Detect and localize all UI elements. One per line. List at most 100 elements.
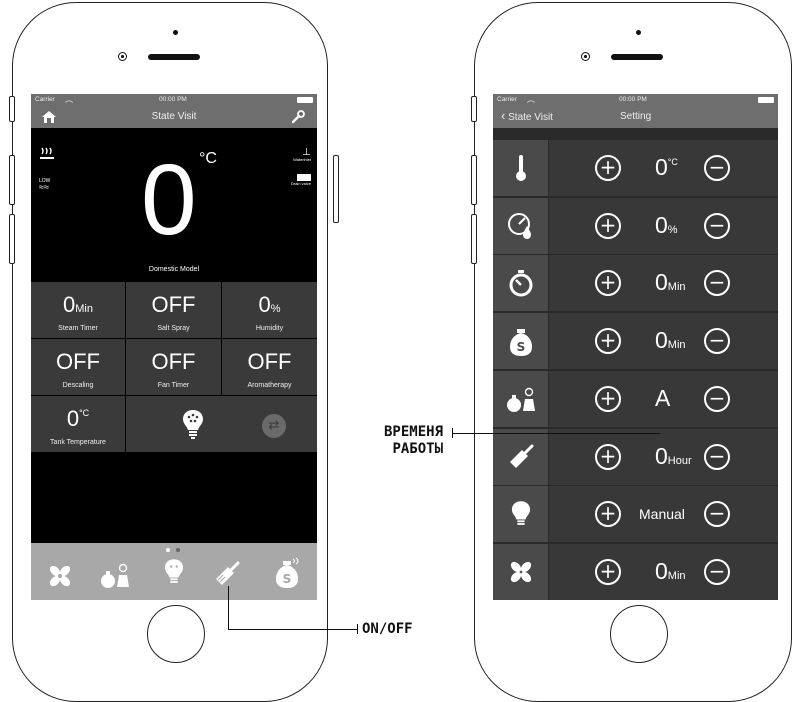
- drain-valve-indicator: Drain valve: [291, 174, 311, 186]
- lamp-icon[interactable]: [182, 408, 204, 440]
- volume-up-button: [9, 155, 15, 205]
- setting-row: +0% −: [493, 197, 778, 254]
- setting-value-number: 0: [655, 269, 668, 296]
- salt-spray-cell[interactable]: OFF Salt Spray: [126, 282, 221, 338]
- plus-button[interactable]: +: [595, 385, 621, 412]
- brush-icon[interactable]: [213, 561, 241, 587]
- setting-icon-cell: [493, 255, 548, 312]
- earpiece-speaker: [611, 54, 663, 60]
- front-camera: [581, 52, 590, 61]
- plus-button[interactable]: +: [595, 270, 621, 297]
- setting-value-number: 0: [655, 211, 668, 238]
- minus-button[interactable]: −: [704, 155, 730, 181]
- lamp-icon[interactable]: [164, 556, 184, 588]
- tank-temperature-value: 0: [66, 406, 80, 431]
- plus-button[interactable]: +: [595, 155, 621, 181]
- page-dot: [176, 548, 180, 552]
- descaling-label: Descaling: [62, 382, 94, 389]
- setting-row: +0Min −: [493, 255, 778, 312]
- mute-switch: [471, 96, 477, 122]
- salt-spray-label: Salt Spray: [157, 325, 190, 332]
- clock: 00:00 PM: [159, 96, 187, 103]
- setting-control: +0Hour −: [549, 428, 778, 485]
- plus-button[interactable]: +: [595, 443, 621, 470]
- nav-bar: State Visit: [31, 106, 317, 128]
- aromatherapy-label: Aromatherapy: [247, 382, 292, 389]
- setting-value: 0Min: [655, 269, 686, 296]
- aroma-bottles-icon: [505, 385, 537, 413]
- home-button[interactable]: [610, 605, 668, 663]
- on-off-pointer-horizontal: [228, 629, 358, 630]
- proximity-sensor: [636, 30, 641, 35]
- setting-row: +0°C −: [493, 140, 778, 196]
- setting-control: +0°C −: [549, 140, 778, 196]
- lamp-toggle-button[interactable]: ⇄: [262, 414, 286, 438]
- work-time-pointer-tick: [452, 428, 453, 438]
- fan-icon: [508, 559, 534, 585]
- steam-timer-label: Steam Timer: [58, 325, 98, 332]
- steam-timer-unit: Min: [75, 303, 93, 315]
- faucet-icon: ⊥: [302, 147, 311, 158]
- aromatherapy-cell[interactable]: OFF Aromatherapy: [222, 339, 317, 395]
- humidity-cell[interactable]: 0% Humidity: [222, 282, 317, 338]
- setting-control: + A −: [549, 370, 778, 427]
- setting-control: + Manual −: [549, 486, 778, 543]
- descaling-cell[interactable]: OFF Descaling: [31, 339, 125, 395]
- clock: 00:00 PM: [619, 96, 647, 103]
- setting-icon-cell: [493, 486, 548, 543]
- setting-value-number: 0: [655, 557, 668, 584]
- setting-control: +0Min −: [549, 313, 778, 370]
- svg-text:S: S: [516, 340, 525, 354]
- power-button: [333, 155, 339, 223]
- aroma-bottles-icon[interactable]: [99, 561, 131, 589]
- setting-value: 0%: [655, 212, 678, 239]
- chevron-left-icon: ‹: [501, 108, 506, 123]
- plus-button[interactable]: +: [595, 212, 621, 239]
- salt-bag-icon[interactable]: S: [274, 557, 300, 589]
- fan-timer-label: Fan Timer: [157, 382, 190, 389]
- steam-timer-cell[interactable]: 0Min Steam Timer: [31, 282, 125, 338]
- minus-button[interactable]: −: [704, 558, 730, 585]
- setting-value-number: 0: [655, 154, 668, 180]
- minus-button[interactable]: −: [704, 501, 730, 528]
- tank-temperature-cell[interactable]: 0°C Tank Temperature: [31, 396, 125, 452]
- nav-bar: ‹ State Visit Setting: [493, 106, 778, 128]
- minus-button[interactable]: −: [704, 328, 730, 355]
- work-time-line1: ВРЕМЕНЯ: [384, 424, 444, 440]
- heater-icon: [40, 147, 54, 159]
- wrench-icon[interactable]: [291, 110, 305, 124]
- volume-up-button: [471, 155, 477, 205]
- wifi-icon: ︵: [65, 95, 73, 104]
- battery-icon: [758, 97, 774, 103]
- work-time-line2: РАБОТЫ: [392, 441, 444, 457]
- setting-value-unit: °C: [667, 157, 678, 167]
- lamp-control-cell: ⇄: [126, 396, 317, 452]
- water-inlet-label: Waterinlet: [293, 157, 311, 162]
- setting-value: 0Min: [655, 327, 686, 354]
- setting-value-unit: Min: [667, 339, 686, 352]
- svg-text:S: S: [283, 572, 292, 586]
- salt-bag-icon: S: [508, 325, 534, 357]
- fan-timer-cell[interactable]: OFF Fan Timer: [126, 339, 221, 395]
- back-button[interactable]: ‹ State Visit: [501, 108, 553, 123]
- setting-row: S +0Min −: [493, 313, 778, 370]
- setting-value-number: 0: [655, 442, 668, 469]
- plus-button[interactable]: +: [595, 328, 621, 355]
- status-bar: Carrier ︵ 00:00 PM: [31, 94, 317, 106]
- home-button[interactable]: [147, 605, 205, 663]
- setting-icon-cell: [493, 197, 548, 254]
- battery-icon: [297, 97, 313, 103]
- drain-valve-label: Drain valve: [290, 181, 311, 186]
- minus-button[interactable]: −: [704, 270, 730, 297]
- minus-button[interactable]: −: [704, 443, 730, 470]
- setting-row: + A −: [493, 370, 778, 427]
- model-label: Domestic Model: [148, 266, 200, 273]
- setting-row: + Manual −: [493, 486, 778, 543]
- setting-value: A: [655, 385, 670, 412]
- setting-icon-cell: [493, 140, 548, 196]
- fan-icon[interactable]: [47, 563, 73, 589]
- minus-button[interactable]: −: [704, 212, 730, 239]
- minus-button[interactable]: −: [704, 385, 730, 412]
- plus-button[interactable]: +: [595, 501, 621, 528]
- plus-button[interactable]: +: [595, 558, 621, 585]
